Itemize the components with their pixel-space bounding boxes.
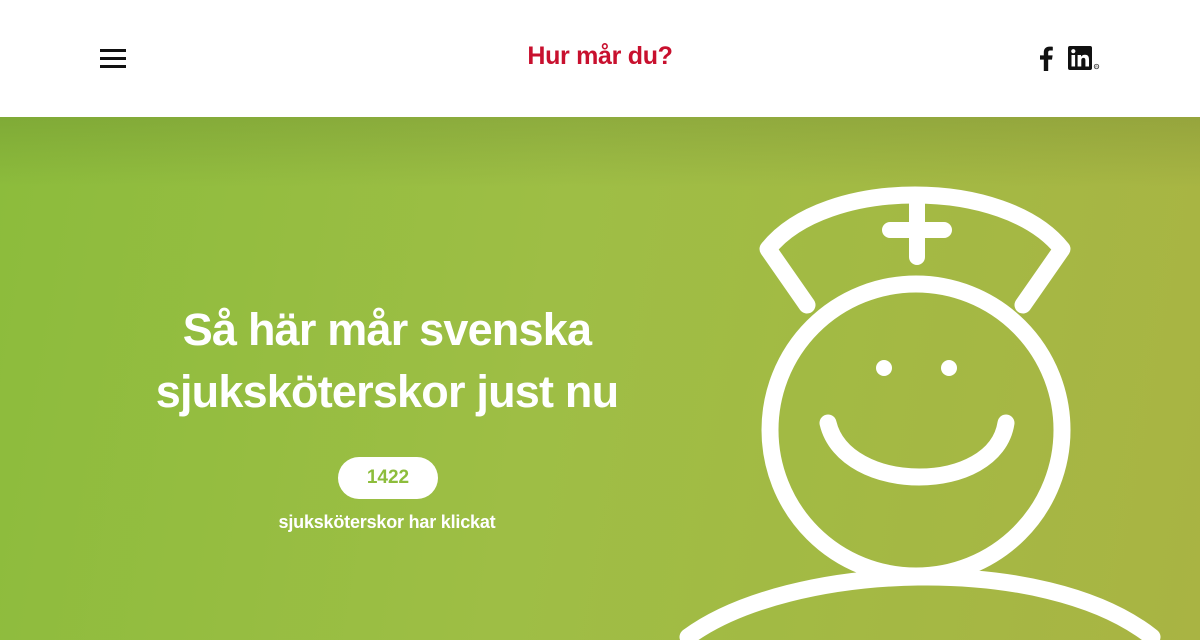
nurse-smile [819,414,1015,486]
nurse-right-eye [941,360,957,376]
nurse-shoulders [679,568,1161,640]
site-title[interactable]: Hur mår du? [0,42,1200,71]
nurse-head [761,275,1071,585]
nurse-left-eye [876,360,892,376]
nurse-cap-cross-icon [882,196,952,265]
click-count-caption: sjuksköterskor har klickat [278,512,496,532]
click-count-badge: 1422 [338,457,438,499]
headline-line-2: sjuksköterskor just nu [155,366,619,417]
hero-section: Så här mår svenska sjuksköterskor just n… [0,117,1200,640]
headline-line-1: Så här mår svenska [182,304,592,355]
linkedin-icon[interactable]: R [1066,45,1102,71]
hero-headline: Så här mår svenska sjuksköterskor just n… [87,299,687,423]
facebook-icon[interactable] [1036,45,1056,71]
smiling-nurse-icon [679,186,1161,640]
site-header: Hur mår du? R [0,0,1200,117]
